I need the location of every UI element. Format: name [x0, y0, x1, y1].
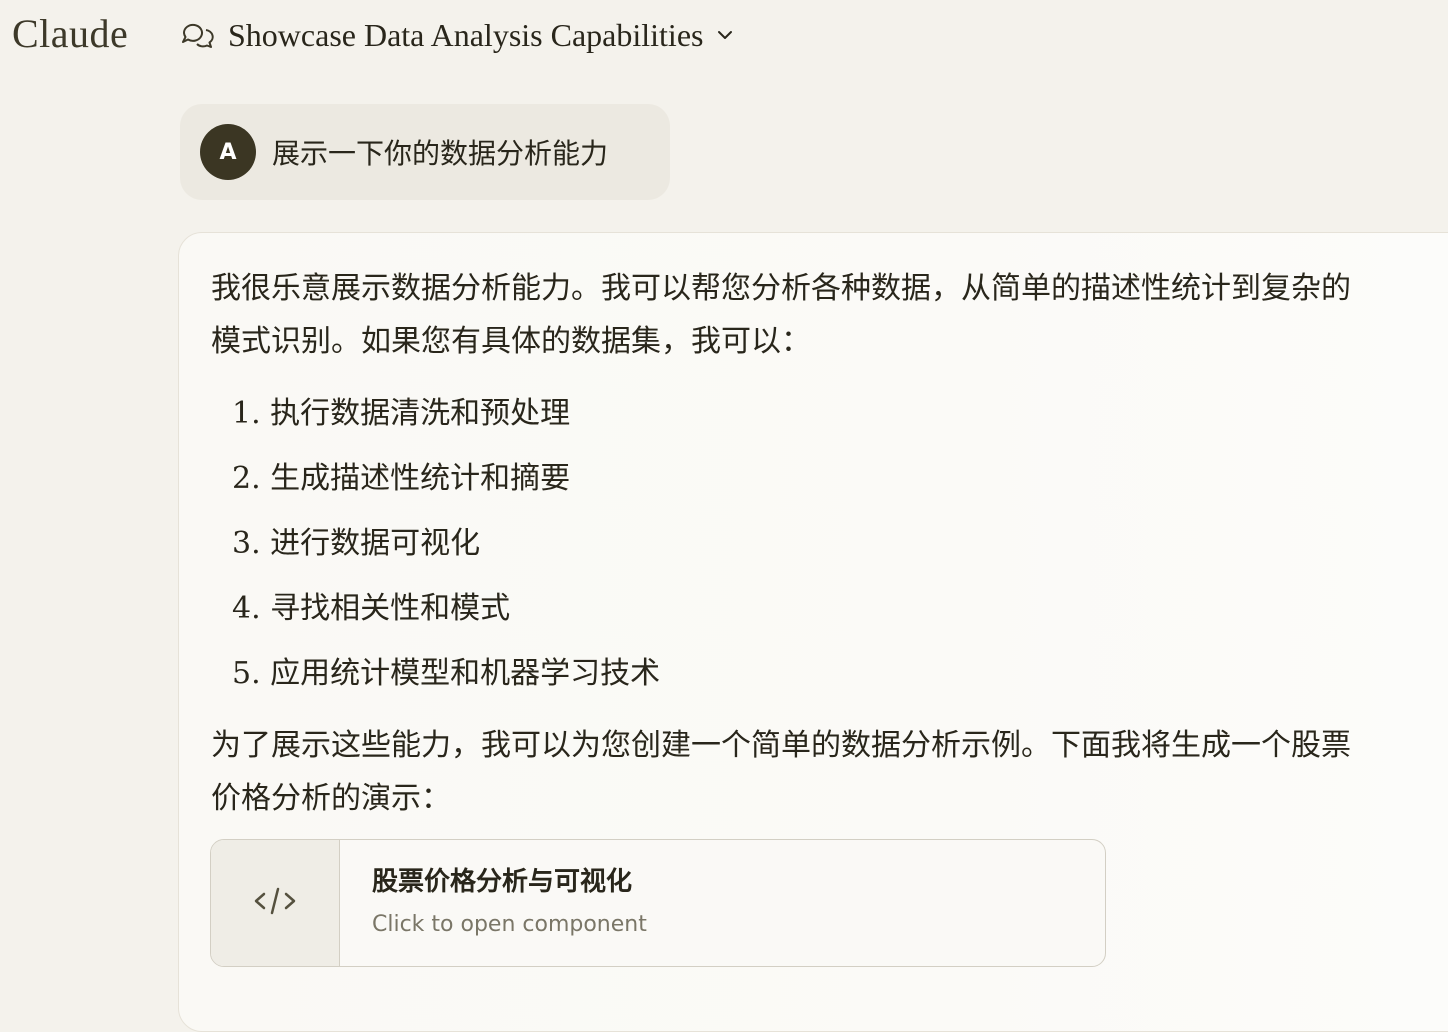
- code-icon: [251, 881, 299, 925]
- artifact-title: 股票价格分析与可视化: [372, 867, 633, 897]
- list-item: 3. 进行数据可视化: [232, 526, 481, 561]
- list-item: 2. 生成描述性统计和摘要: [232, 461, 571, 496]
- chat-title-dropdown[interactable]: Showcase Data Analysis Capabilities: [178, 14, 735, 56]
- list-item: 5. 应用统计模型和机器学习技术: [232, 656, 661, 691]
- avatar[interactable]: A: [200, 124, 256, 180]
- user-message: A 展示一下你的数据分析能力: [180, 104, 670, 200]
- artifact-open-hint: Click to open component: [372, 912, 647, 937]
- chevron-down-icon[interactable]: [715, 25, 735, 45]
- claude-logo[interactable]: Claude: [12, 10, 128, 58]
- list-item: 4. 寻找相关性和模式: [232, 591, 511, 626]
- list-item: 1. 执行数据清洗和预处理: [232, 396, 571, 431]
- assistant-intro-text: 我很乐意展示数据分析能力。我可以帮您分析各种数据，从简单的描述性统计到复杂的模式…: [211, 271, 1351, 359]
- artifact-icon-box: [211, 840, 340, 966]
- user-message-text: 展示一下你的数据分析能力: [272, 137, 609, 170]
- chat-title[interactable]: Showcase Data Analysis Capabilities: [228, 17, 703, 54]
- artifact-card[interactable]: 股票价格分析与可视化 Click to open component: [210, 839, 1106, 967]
- capability-list: 1. 执行数据清洗和预处理 2. 生成描述性统计和摘要 3. 进行数据可视化 4…: [232, 384, 660, 709]
- assistant-outro-text: 为了展示这些能力，我可以为您创建一个简单的数据分析示例。下面我将生成一个股票价格…: [211, 728, 1351, 816]
- chat-bubbles-icon: [178, 17, 214, 53]
